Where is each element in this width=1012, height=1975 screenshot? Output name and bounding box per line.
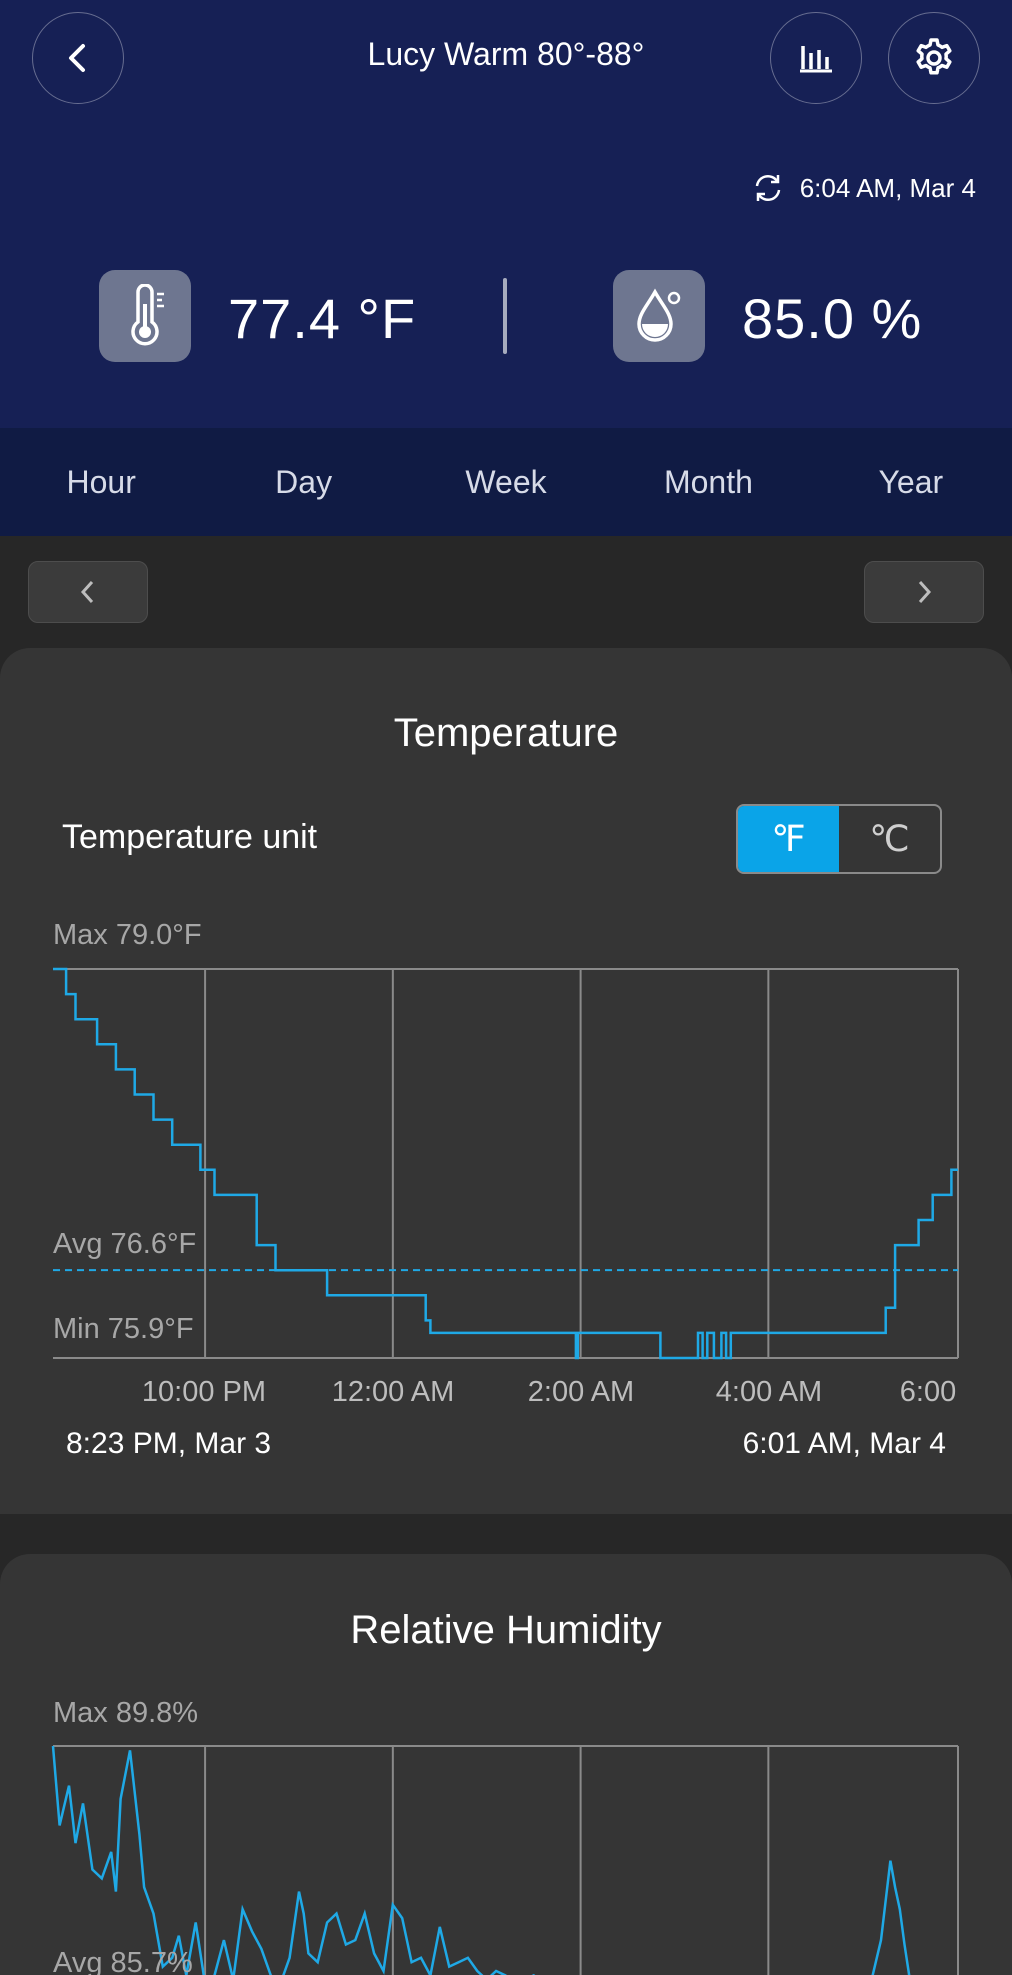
humidity-avg-label: Avg 85.7% xyxy=(53,1947,193,1975)
humidity-chart xyxy=(51,1745,959,1975)
humidity-series-line xyxy=(51,1745,911,1975)
